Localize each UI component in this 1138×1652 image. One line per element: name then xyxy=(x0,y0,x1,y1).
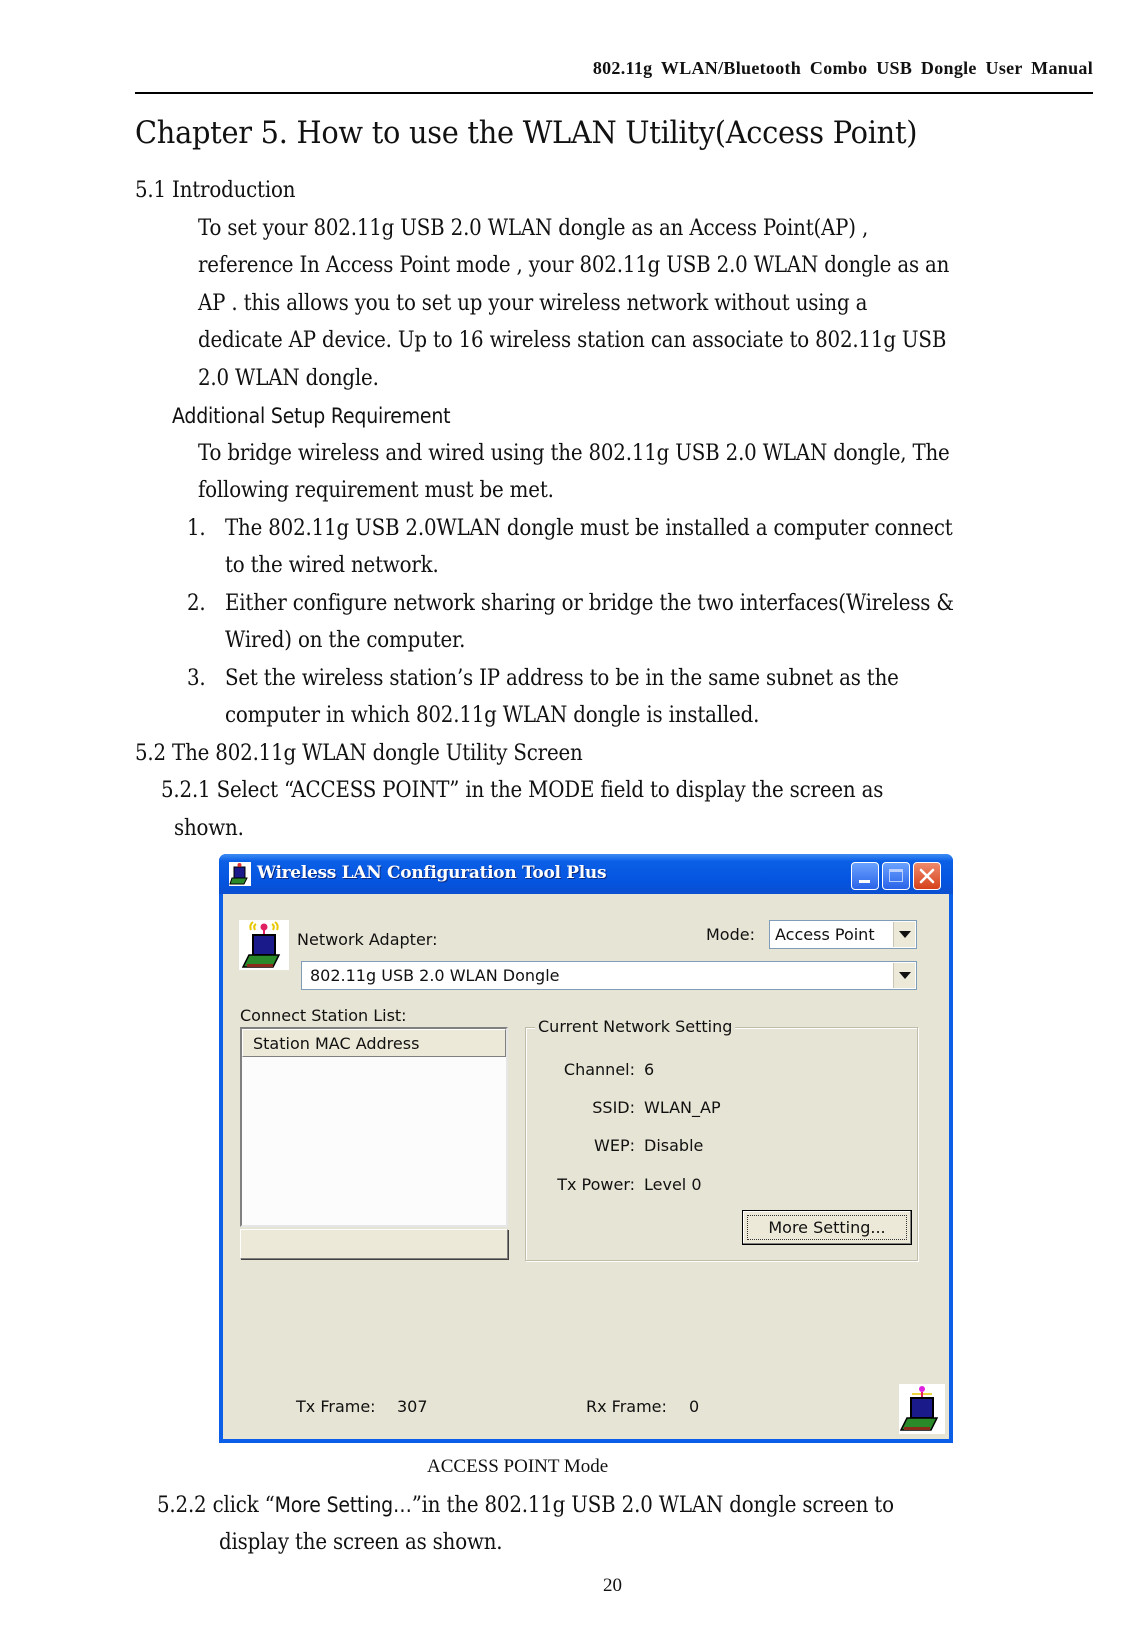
mode-label: Mode: xyxy=(706,925,755,944)
page-number: 20 xyxy=(603,1575,622,1596)
wireless-status-icon[interactable] xyxy=(899,1384,945,1434)
step-5-2-1-line: shown. xyxy=(174,816,244,841)
tx-frame-value: 307 xyxy=(397,1397,428,1416)
figure-caption: ACCESS POINT Mode xyxy=(427,1456,609,1477)
channel-label: Channel: xyxy=(563,1060,635,1079)
requirement-line: following requirement must be met. xyxy=(198,478,554,503)
network-adapter-label: Network Adapter: xyxy=(297,930,438,949)
intro-line: To set your 802.11g USB 2.0 WLAN dongle … xyxy=(198,216,869,241)
step-suffix: ”in the 802.11g USB 2.0 WLAN dongle scre… xyxy=(411,1493,894,1518)
step-5-2-2-line: display the screen as shown. xyxy=(219,1530,503,1555)
list-item-line: to the wired network. xyxy=(225,553,439,578)
title-bar[interactable]: Wireless LAN Configuration Tool Plus xyxy=(219,854,953,894)
header-rule xyxy=(135,92,1093,94)
chapter-title: Chapter 5. How to use the WLAN Utility(A… xyxy=(135,115,918,151)
tx-power-value: Level 0 xyxy=(644,1175,702,1194)
tx-frame-label: Tx Frame: xyxy=(296,1397,376,1416)
wep-label: WEP: xyxy=(594,1136,635,1155)
wireless-adapter-icon xyxy=(239,920,289,970)
list-item-line: Either configure network sharing or brid… xyxy=(225,591,954,616)
mode-select[interactable]: Access Point xyxy=(769,920,917,949)
step-5-2-2-line: 5.2.2 click “More Setting…”in the 802.11… xyxy=(157,1493,894,1518)
rx-frame-label: Rx Frame: xyxy=(586,1397,667,1416)
section-5-1-heading: 5.1 Introduction xyxy=(135,178,296,203)
ssid-label: SSID: xyxy=(592,1098,635,1117)
maximize-icon xyxy=(889,869,903,882)
intro-line: 2.0 WLAN dongle. xyxy=(198,366,379,391)
intro-line: reference In Access Point mode , your 80… xyxy=(198,253,950,278)
more-setting-reference: More Setting… xyxy=(274,1493,412,1517)
tx-power-label: Tx Power: xyxy=(557,1175,635,1194)
mode-select-value: Access Point xyxy=(775,925,875,944)
station-list[interactable]: Station MAC Address xyxy=(240,1027,508,1227)
wep-value: Disable xyxy=(644,1136,704,1155)
close-icon xyxy=(919,868,935,884)
section-5-2-heading: 5.2 The 802.11g WLAN dongle Utility Scre… xyxy=(135,741,583,766)
rx-frame-value: 0 xyxy=(689,1397,700,1416)
list-item-line: Set the wireless station’s IP address to… xyxy=(225,666,899,691)
station-list-label: Connect Station List: xyxy=(240,1006,407,1025)
dialog-title: Wireless LAN Configuration Tool Plus xyxy=(257,863,607,883)
station-list-column-header[interactable]: Station MAC Address xyxy=(242,1029,506,1057)
intro-line: AP . this allows you to set up your wire… xyxy=(198,291,868,316)
list-item-line: Wired) on the computer. xyxy=(225,628,466,653)
step-5-2-1-line: 5.2.1 Select “ACCESS POINT” in the MODE … xyxy=(161,778,884,803)
minimize-button[interactable] xyxy=(851,862,879,890)
more-setting-button[interactable]: More Setting... xyxy=(742,1210,912,1245)
adapter-select[interactable]: 802.11g USB 2.0 WLAN Dongle xyxy=(301,961,917,990)
requirement-line: To bridge wireless and wired using the 8… xyxy=(198,441,950,466)
ssid-value: WLAN_AP xyxy=(644,1098,721,1117)
list-item-line: The 802.11g USB 2.0WLAN dongle must be i… xyxy=(225,516,953,541)
close-button[interactable] xyxy=(913,862,941,890)
list-number: 2. xyxy=(187,591,206,616)
adapter-select-value: 802.11g USB 2.0 WLAN Dongle xyxy=(310,966,560,985)
intro-line: dedicate AP device. Up to 16 wireless st… xyxy=(198,328,947,353)
list-number: 1. xyxy=(187,516,206,541)
additional-setup-heading: Additional Setup Requirement xyxy=(172,404,451,428)
step-prefix: 5.2.2 click “ xyxy=(157,1493,275,1518)
channel-value: 6 xyxy=(644,1060,655,1079)
running-header: 802.11g WLAN/Bluetooth Combo USB Dongle … xyxy=(592,58,1093,78)
wireless-laptop-icon xyxy=(229,862,251,886)
chevron-down-icon[interactable] xyxy=(893,963,915,988)
station-mac-header: Station MAC Address xyxy=(253,1034,420,1053)
maximize-button[interactable] xyxy=(882,862,910,890)
wlan-config-dialog: Wireless LAN Configuration Tool Plus Net… xyxy=(219,854,953,1443)
station-list-status-bar xyxy=(240,1229,508,1259)
list-item-line: computer in which 802.11g WLAN dongle is… xyxy=(225,703,760,728)
minimize-icon xyxy=(859,880,870,883)
list-number: 3. xyxy=(187,666,206,691)
dialog-client-area: Network Adapter: Mode: Access Point 802.… xyxy=(223,894,949,1439)
more-setting-label: More Setting... xyxy=(768,1218,886,1237)
chevron-down-icon[interactable] xyxy=(893,922,915,947)
current-network-setting-title: Current Network Setting xyxy=(535,1017,736,1036)
